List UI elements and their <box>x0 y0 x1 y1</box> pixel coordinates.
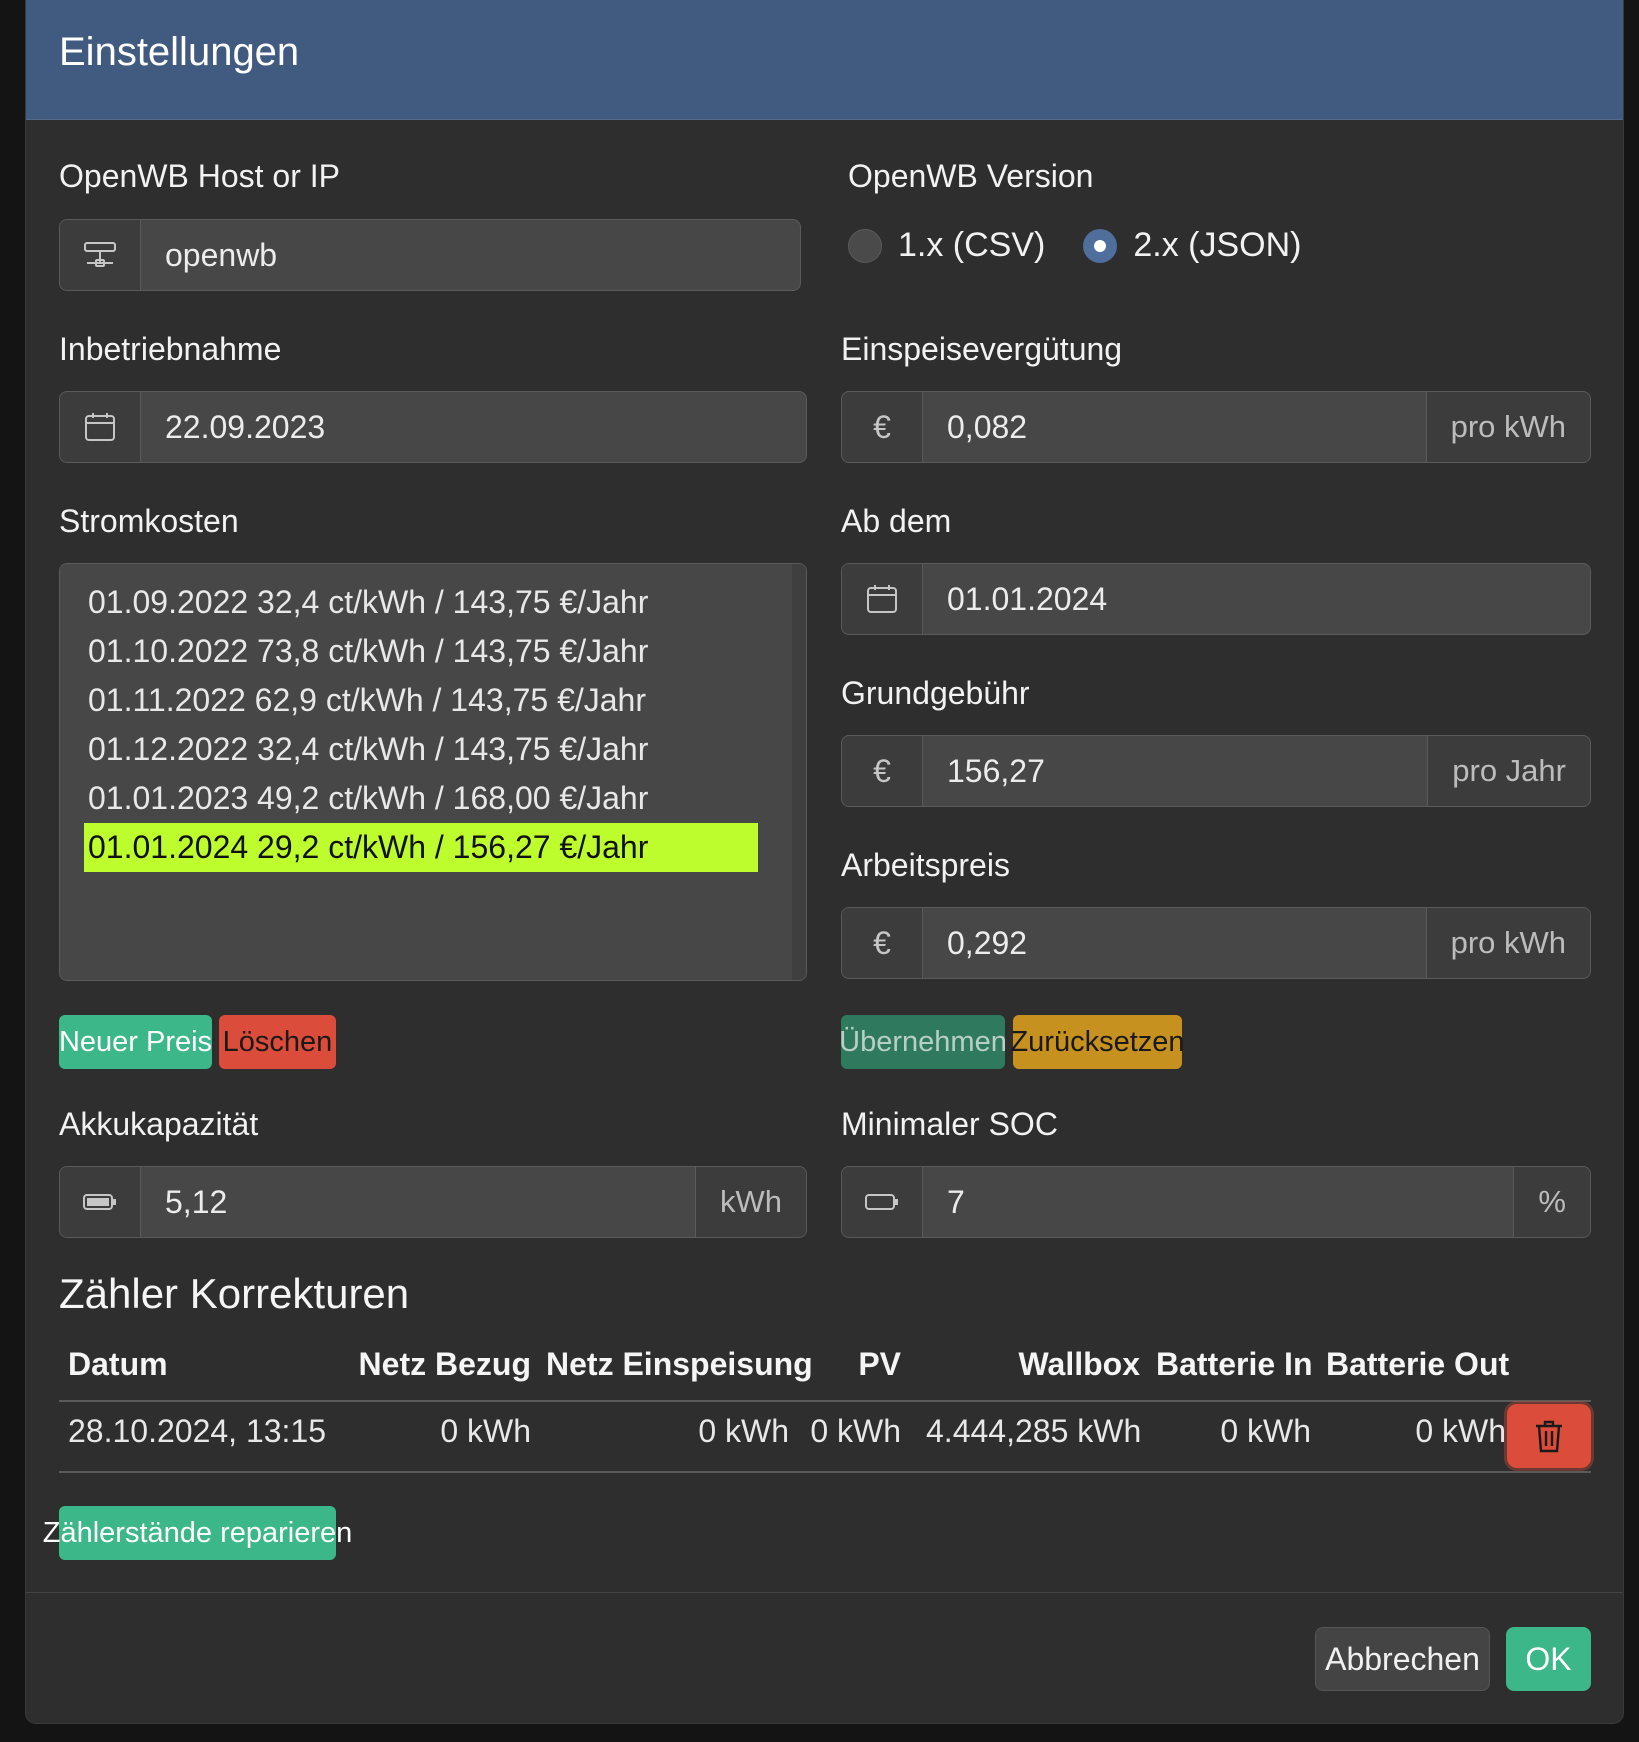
ab-dem-input[interactable]: 01.01.2024 <box>923 564 1590 634</box>
host-label: OpenWB Host or IP <box>59 158 340 194</box>
stromkosten-list[interactable]: 01.09.2022 32,4 ct/kWh / 143,75 €/Jahr 0… <box>59 563 807 981</box>
list-item[interactable]: 01.12.2022 32,4 ct/kWh / 143,75 €/Jahr <box>84 725 652 774</box>
min-soc-label: Minimaler SOC <box>841 1106 1058 1142</box>
table-row-divider <box>59 1471 1591 1473</box>
inbetriebnahme-input[interactable]: 22.09.2023 <box>141 392 806 462</box>
col-header-datum: Datum <box>68 1346 168 1382</box>
calendar-icon <box>842 564 923 634</box>
trash-icon <box>1536 1420 1562 1453</box>
list-item[interactable]: 01.10.2022 73,8 ct/kWh / 143,75 €/Jahr <box>84 627 652 676</box>
footer-divider <box>26 1592 1623 1593</box>
list-item[interactable]: 01.01.2023 49,2 ct/kWh / 168,00 €/Jahr <box>84 774 652 823</box>
inbetriebnahme-input-group: 22.09.2023 <box>59 391 807 463</box>
radio-version-2x[interactable] <box>1083 228 1118 263</box>
euro-icon: € <box>842 392 923 462</box>
radio-version-1x-label[interactable]: 1.x (CSV) <box>898 226 1045 265</box>
list-item-selected[interactable]: 01.01.2024 29,2 ct/kWh / 156,27 €/Jahr <box>84 823 758 872</box>
dialog-title: Einstellungen <box>59 30 300 74</box>
min-soc-input-group: 7 % <box>841 1166 1591 1238</box>
einspeise-label: Einspeisevergütung <box>841 331 1123 367</box>
list-item[interactable]: 01.09.2022 32,4 ct/kWh / 143,75 €/Jahr <box>84 578 652 627</box>
cell-batterie-in: 0 kWh <box>1220 1413 1311 1449</box>
battery-empty-icon <box>842 1167 923 1237</box>
calendar-icon <box>60 392 141 462</box>
col-header-netz-einspeisung: Netz Einspeisung <box>546 1346 813 1382</box>
ab-dem-label: Ab dem <box>841 503 952 539</box>
ok-button[interactable]: OK <box>1506 1627 1591 1691</box>
col-header-batterie-in: Batterie In <box>1156 1346 1313 1382</box>
col-header-netz-bezug: Netz Bezug <box>358 1346 531 1382</box>
cell-wallbox: 4.444,285 kWh <box>926 1413 1142 1449</box>
battery-full-icon <box>60 1167 141 1237</box>
host-input[interactable]: openwb <box>141 220 800 290</box>
grundgebuehr-label: Grundgebühr <box>841 675 1030 711</box>
euro-icon: € <box>842 908 923 978</box>
delete-row-button[interactable] <box>1507 1404 1591 1468</box>
einspeise-input[interactable]: 0,082 <box>923 392 1426 462</box>
akku-input[interactable]: 5,12 <box>141 1167 695 1237</box>
grundgebuehr-input-group: € 156,27 pro Jahr <box>841 735 1591 807</box>
apply-button[interactable]: Übernehmen <box>839 1015 1007 1069</box>
cell-netz-einspeisung: 0 kWh <box>698 1413 789 1449</box>
version-radio-group: 1.x (CSV) 2.x (JSON) <box>848 226 1339 265</box>
euro-icon: € <box>842 736 923 806</box>
dialog-header: Einstellungen <box>26 0 1623 120</box>
list-scrollbar[interactable] <box>792 564 806 980</box>
cell-pv: 0 kWh <box>810 1413 901 1449</box>
repair-counters-button[interactable]: Zählerstände reparieren <box>43 1506 352 1560</box>
col-header-batterie-out: Batterie Out <box>1326 1346 1510 1382</box>
min-soc-unit: % <box>1513 1167 1590 1237</box>
grundgebuehr-input[interactable]: 156,27 <box>923 736 1427 806</box>
reset-button[interactable]: Zurücksetzen <box>1010 1015 1185 1069</box>
akku-input-group: 5,12 kWh <box>59 1166 807 1238</box>
cell-datum: 28.10.2024, 13:15 <box>68 1413 327 1449</box>
akku-unit: kWh <box>695 1167 806 1237</box>
min-soc-input[interactable]: 7 <box>923 1167 1513 1237</box>
einspeise-input-group: € 0,082 pro kWh <box>841 391 1591 463</box>
col-header-wallbox: Wallbox <box>1018 1346 1140 1382</box>
cancel-button[interactable]: Abbrechen <box>1315 1627 1490 1691</box>
arbeitspreis-label: Arbeitspreis <box>841 847 1010 883</box>
cell-netz-bezug: 0 kWh <box>440 1413 531 1449</box>
stromkosten-label: Stromkosten <box>59 503 239 539</box>
einspeise-unit: pro kWh <box>1425 392 1590 462</box>
col-header-pv: PV <box>858 1346 901 1382</box>
radio-version-1x[interactable] <box>848 228 882 263</box>
list-item[interactable]: 01.11.2022 62,9 ct/kWh / 143,75 €/Jahr <box>84 676 650 725</box>
settings-dialog: Einstellungen OpenWB Host or IP openwb O… <box>26 0 1623 1723</box>
host-input-group: openwb <box>59 219 801 291</box>
table-header-divider <box>59 1400 1591 1402</box>
akku-label: Akkukapazität <box>59 1106 259 1142</box>
cell-batterie-out: 0 kWh <box>1415 1413 1506 1449</box>
network-icon <box>60 220 141 290</box>
inbetriebnahme-label: Inbetriebnahme <box>59 331 282 367</box>
korrekturen-title: Zähler Korrekturen <box>59 1270 410 1317</box>
radio-version-2x-label[interactable]: 2.x (JSON) <box>1133 226 1301 265</box>
arbeitspreis-input-group: € 0,292 pro kWh <box>841 907 1591 979</box>
grundgebuehr-unit: pro Jahr <box>1427 736 1590 806</box>
delete-price-button[interactable]: Löschen <box>219 1015 336 1069</box>
new-price-button[interactable]: Neuer Preis <box>59 1015 212 1069</box>
arbeitspreis-input[interactable]: 0,292 <box>923 908 1426 978</box>
version-label: OpenWB Version <box>848 158 1094 194</box>
ab-dem-input-group: 01.01.2024 <box>841 563 1591 635</box>
arbeitspreis-unit: pro kWh <box>1425 908 1590 978</box>
